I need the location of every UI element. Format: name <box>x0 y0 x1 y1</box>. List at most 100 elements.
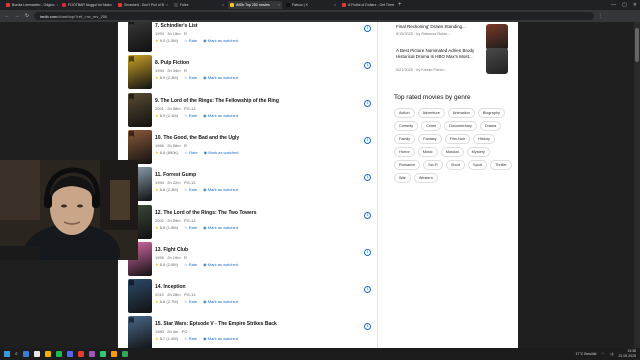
movie-poster[interactable] <box>128 129 152 164</box>
genre-chip[interactable]: Film-Noir <box>444 134 471 144</box>
taskbar-app-icon[interactable] <box>99 351 106 357</box>
genre-chip[interactable]: Fantasy <box>418 134 442 144</box>
movie-list-item[interactable]: 9. The Lord of the Rings: The Fellowship… <box>128 92 378 129</box>
info-icon[interactable]: i <box>364 286 371 294</box>
url-input[interactable]: imdb.com/chart/top/?ref_=nv_mv_250 <box>34 12 594 20</box>
genre-chip[interactable]: Music <box>417 147 438 157</box>
movie-list-item[interactable]: 7. Schindler's List 1993 3h 15m R ★ 9.0 … <box>128 22 378 54</box>
page-scrollbar[interactable] <box>634 22 640 348</box>
info-icon[interactable]: i <box>364 25 371 32</box>
browser-tab[interactable]: Fatsuo | X × <box>284 1 338 9</box>
rate-button[interactable]: ☆ Rate <box>184 187 197 192</box>
movie-list-item[interactable]: 15. Star Wars: Episode V - The Empire St… <box>128 316 378 348</box>
rate-button[interactable]: ☆ Rate <box>184 262 197 267</box>
genre-chip[interactable]: Crime <box>421 121 442 131</box>
genre-chip[interactable]: Adventure <box>417 108 445 118</box>
tab-close-icon[interactable]: × <box>222 3 224 7</box>
mark-as-watched-button[interactable]: ◉ Mark as watched <box>203 336 238 341</box>
genre-chip[interactable]: Biography <box>477 108 505 118</box>
rate-button[interactable]: ☆ Rate <box>184 150 197 155</box>
start-button-icon[interactable] <box>4 351 10 357</box>
taskbar-app-icon[interactable] <box>88 351 95 357</box>
browser-tab[interactable]: Boruta Lsemadelo - Odgtoc × <box>4 1 58 9</box>
taskbar-app-icon[interactable] <box>66 351 73 357</box>
genre-chip[interactable]: War <box>394 173 411 183</box>
browser-tab[interactable]: Folex × <box>172 1 226 9</box>
movie-title[interactable]: 14. Inception <box>155 284 186 290</box>
reload-icon[interactable]: ↻ <box>24 13 30 19</box>
genre-chip[interactable]: Animation <box>447 108 475 118</box>
taskbar-app-icon[interactable] <box>110 351 117 357</box>
movie-poster[interactable] <box>128 55 152 90</box>
rate-button[interactable]: ☆ Rate <box>184 299 197 304</box>
tab-close-icon[interactable]: × <box>334 3 336 7</box>
search-icon[interactable]: ⌕ <box>15 351 18 357</box>
genre-chip[interactable]: Thriller <box>490 160 512 170</box>
news-title[interactable]: Final Reckoning' Draws Standing... <box>396 24 486 30</box>
genre-chip[interactable]: Short <box>445 160 466 170</box>
info-icon[interactable]: i <box>364 99 371 107</box>
movie-poster[interactable] <box>128 279 152 314</box>
extensions-icon[interactable]: ⋮ <box>598 13 603 19</box>
mark-as-watched-button[interactable]: ◉ Mark as watched <box>203 299 238 304</box>
movie-title[interactable]: 7. Schindler's List <box>155 23 198 29</box>
genre-chip[interactable]: Sci-Fi <box>423 160 443 170</box>
mark-as-watched-button[interactable]: ◉ Mark as watched <box>204 150 239 155</box>
taskbar-app-icon[interactable] <box>33 351 40 357</box>
genre-chip[interactable]: Drama <box>479 121 502 131</box>
genre-chip[interactable]: Comedy <box>394 121 419 131</box>
movie-title[interactable]: 13. Fight Club <box>155 247 188 253</box>
minimize-button[interactable]: — <box>611 2 616 8</box>
rate-button[interactable]: ☆ Rate <box>184 336 197 341</box>
genre-chip[interactable]: Documentary <box>444 121 477 131</box>
close-window-button[interactable]: ✕ <box>633 2 637 8</box>
mark-as-watched-button[interactable]: ◉ Mark as watched <box>203 225 238 230</box>
movie-poster[interactable] <box>128 22 152 52</box>
movie-title[interactable]: 12. The Lord of the Rings: The Two Tower… <box>155 210 256 216</box>
weather-text[interactable]: 17°C Bewölkt <box>575 352 596 356</box>
wifi-icon[interactable]: ◠ <box>602 352 605 356</box>
mark-as-watched-button[interactable]: ◉ Mark as watched <box>203 262 238 267</box>
movie-list-item[interactable]: 10. The Good, the Bad and the Ugly 1966 … <box>128 129 378 166</box>
mark-as-watched-button[interactable]: ◉ Mark as watched <box>203 113 238 118</box>
info-icon[interactable]: i <box>364 211 371 219</box>
mark-as-watched-button[interactable]: ◉ Mark as watched <box>203 187 238 192</box>
movie-title[interactable]: 9. The Lord of the Rings: The Fellowship… <box>155 98 279 104</box>
rate-button[interactable]: ☆ Rate <box>184 75 197 80</box>
clock[interactable]: 13:38 21.05.2025 <box>618 349 636 358</box>
back-icon[interactable]: ← <box>4 13 10 19</box>
tab-close-icon[interactable]: × <box>57 3 58 7</box>
genre-chip[interactable]: Mystery <box>466 147 490 157</box>
movie-title[interactable]: 8. Pulp Fiction <box>155 60 189 66</box>
movie-title[interactable]: 15. Star Wars: Episode V - The Empire St… <box>155 321 277 327</box>
movie-list-item[interactable]: 14. Inception 2010 2h 28m PG-13 ★ 8.8 (2… <box>128 279 378 315</box>
news-title[interactable]: A Best Picture Nominated Adrien Brody Hi… <box>396 48 486 60</box>
taskbar-app-icon[interactable] <box>22 351 29 357</box>
genre-chip[interactable]: History <box>473 134 495 144</box>
rate-button[interactable]: ☆ Rate <box>184 38 197 43</box>
movie-title[interactable]: 10. The Good, the Bad and the Ugly <box>155 135 239 141</box>
volume-icon[interactable]: ◁) <box>610 352 614 356</box>
genre-chip[interactable]: Western <box>413 173 438 183</box>
taskbar-app-icon[interactable] <box>121 351 128 357</box>
movie-poster[interactable] <box>128 92 152 127</box>
news-thumbnail[interactable] <box>486 48 508 74</box>
taskbar-app-icon[interactable] <box>44 351 51 357</box>
rate-button[interactable]: ☆ Rate <box>184 113 197 118</box>
info-icon[interactable]: i <box>364 174 371 182</box>
browser-tab[interactable]: Smashed - Don't Pull of B × <box>116 1 170 9</box>
movie-list-item[interactable]: 13. Fight Club 1999 2h 19m R ★ 8.8 (2.5M… <box>128 241 378 278</box>
mark-as-watched-button[interactable]: ◉ Mark as watched <box>203 75 238 80</box>
genre-chip[interactable]: Romance <box>394 160 421 170</box>
browser-tab[interactable]: FOOTBAR Nuggol for Mako × <box>60 1 114 9</box>
movie-list-item[interactable]: 8. Pulp Fiction 1994 2h 34m R ★ 8.9 (2.3… <box>128 55 378 91</box>
forward-icon[interactable]: → <box>14 13 20 19</box>
movie-list-item[interactable]: 11. Forrest Gump 1994 2h 22m PG-13 ★ 8.8… <box>128 167 378 203</box>
info-icon[interactable]: i <box>364 323 371 331</box>
info-icon[interactable]: i <box>364 136 371 144</box>
scrollbar-thumb[interactable] <box>635 28 639 62</box>
taskbar-app-icon[interactable] <box>55 351 62 357</box>
tab-close-icon[interactable]: × <box>166 3 168 7</box>
info-icon[interactable]: i <box>364 248 371 256</box>
genre-chip[interactable]: Musical <box>440 147 464 157</box>
